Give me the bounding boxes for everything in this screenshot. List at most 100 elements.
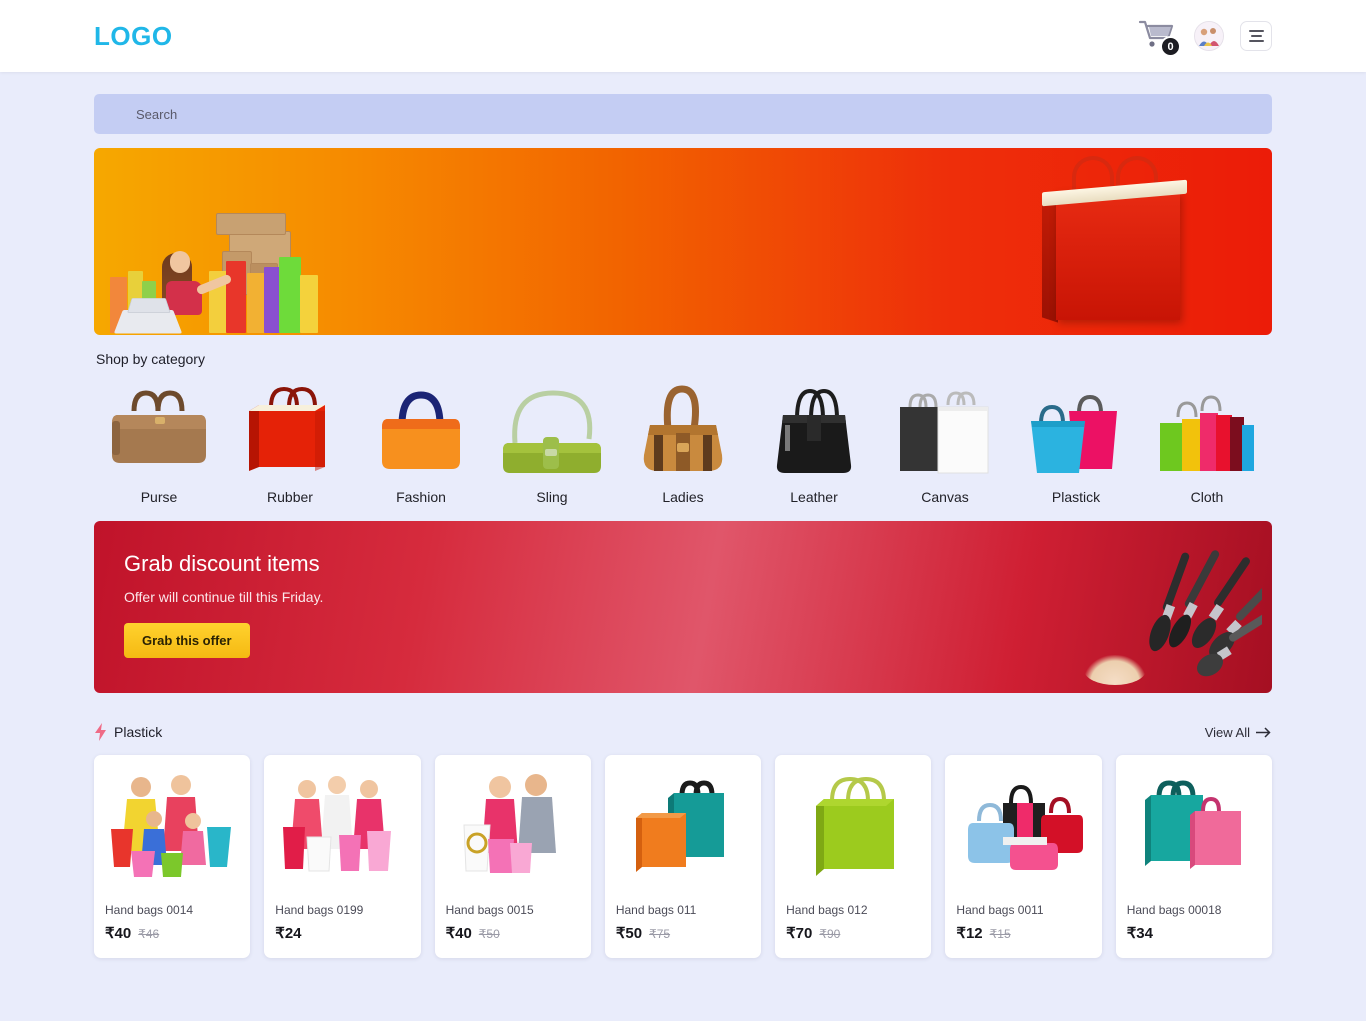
category-row: Purse Rubber Fashion Sling Ladies Leathe… — [94, 373, 1272, 505]
hero-bag-7 — [264, 267, 280, 333]
category-item-plastick[interactable]: Plastick — [1011, 373, 1141, 505]
product-price-row: ₹70 ₹90 — [786, 924, 920, 942]
women-shopping-image — [264, 755, 420, 895]
product-price: ₹40 — [105, 925, 132, 942]
product-price: ₹34 — [1126, 925, 1153, 942]
category-item-canvas[interactable]: Canvas — [880, 373, 1010, 505]
multicolor-cloth-bags-icon — [1142, 373, 1272, 481]
category-label: Rubber — [267, 489, 313, 505]
category-item-purse[interactable]: Purse — [94, 373, 224, 505]
menu-line-3 — [1248, 40, 1264, 42]
product-old-price: ₹90 — [819, 927, 841, 941]
product-info: Hand bags 0011 ₹12 ₹15 — [945, 895, 1101, 958]
category-label: Fashion — [396, 489, 446, 505]
product-price: ₹50 — [615, 925, 643, 942]
category-item-fashion[interactable]: Fashion — [356, 373, 486, 505]
menu-line-2 — [1250, 35, 1262, 37]
product-title: Hand bags 0014 — [105, 903, 194, 917]
cart-count-badge: 0 — [1160, 36, 1181, 57]
category-label: Ladies — [662, 489, 704, 505]
category-label: Cloth — [1190, 489, 1224, 505]
category-label: Purse — [140, 489, 178, 505]
product-price: ₹24 — [275, 925, 302, 942]
product-card[interactable]: Hand bags 0199 ₹24 — [264, 755, 421, 958]
couple-shopping-image — [435, 755, 591, 895]
lightning-bolt-icon — [94, 723, 107, 741]
laptop — [113, 310, 183, 334]
category-label: Plastick — [1051, 489, 1101, 505]
hero-bag-8 — [279, 257, 301, 333]
teal-pink-bags-image — [1116, 755, 1272, 895]
view-all-label: View All — [1204, 724, 1250, 740]
hero-banner[interactable] — [94, 148, 1272, 335]
product-price-row: ₹34 — [1127, 924, 1261, 942]
products-header: Plastick View All — [94, 723, 1272, 741]
product-card[interactable]: Hand bags 00018 ₹34 — [1115, 755, 1272, 958]
blue-pink-plastic-bags-icon — [1011, 373, 1141, 481]
product-old-price: ₹75 — [649, 927, 671, 941]
hamburger-menu-button[interactable] — [1240, 21, 1272, 51]
hero-bag-5 — [226, 261, 246, 333]
product-price-row: ₹12 ₹15 — [956, 924, 1090, 942]
orange-tote-bag-icon — [356, 373, 486, 481]
menu-line-1 — [1248, 30, 1264, 32]
product-info: Hand bags 012 ₹70 ₹90 — [775, 895, 931, 958]
product-price-row: ₹50 ₹75 — [616, 924, 750, 942]
discount-banner: Grab discount items Offer will continue … — [94, 521, 1272, 693]
grab-this-offer-button[interactable]: Grab this offer — [124, 623, 250, 658]
product-price-row: ₹40 ₹46 — [105, 924, 239, 942]
assorted-handbags-image — [945, 755, 1101, 895]
product-info: Hand bags 0199 ₹24 — [264, 895, 420, 958]
page-root: LOGO 0 Search Shop by category Purse Rub… — [0, 0, 1366, 1021]
category-label: Sling — [536, 489, 568, 505]
header-actions: 0 — [1138, 19, 1272, 57]
product-info: Hand bags 011 ₹50 ₹75 — [605, 895, 761, 958]
avatar[interactable] — [1194, 21, 1224, 51]
site-logo[interactable]: LOGO — [94, 21, 173, 52]
green-tote-bag-image — [775, 755, 931, 895]
product-title: Hand bags 0199 — [275, 903, 364, 917]
search-row — [94, 72, 1272, 134]
black-leather-tote-icon — [749, 373, 879, 481]
product-title: Hand bags 011 — [615, 903, 697, 917]
product-grid: Hand bags 0014 ₹40 ₹46 Hand bags 0199 ₹2… — [94, 755, 1272, 958]
box-2 — [216, 213, 286, 235]
product-price: ₹40 — [445, 925, 472, 942]
user-avatar-icon — [1195, 22, 1223, 50]
product-card[interactable]: Hand bags 012 ₹70 ₹90 — [775, 755, 932, 958]
category-item-rubber[interactable]: Rubber — [225, 373, 355, 505]
product-price-row: ₹40 ₹50 — [446, 924, 580, 942]
product-price: ₹70 — [786, 925, 813, 942]
hero-left-image — [104, 203, 334, 334]
product-card[interactable]: Hand bags 0011 ₹12 ₹15 — [945, 755, 1102, 958]
search-input[interactable] — [94, 94, 1272, 134]
site-header: LOGO 0 — [0, 0, 1366, 72]
products-section-title: Plastick — [114, 724, 163, 740]
product-card[interactable]: Hand bags 011 ₹50 ₹75 — [604, 755, 762, 958]
black-white-paper-bags-icon — [880, 373, 1010, 481]
category-item-ladies[interactable]: Ladies — [618, 373, 748, 505]
product-title: Hand bags 0011 — [956, 903, 1044, 917]
product-price-row: ₹24 — [275, 924, 409, 942]
product-info: Hand bags 0015 ₹40 ₹50 — [435, 895, 591, 958]
orange-teal-bags-image — [605, 755, 761, 895]
view-all-link[interactable]: View All — [1205, 725, 1272, 740]
makeup-brushes-image — [1052, 547, 1262, 687]
arrow-right-icon — [1256, 726, 1271, 738]
category-item-cloth[interactable]: Cloth — [1142, 373, 1272, 505]
hero-bag-9 — [300, 275, 318, 333]
product-card[interactable]: Hand bags 0014 ₹40 ₹46 — [94, 755, 251, 958]
red-shopping-bag-icon — [225, 373, 355, 481]
category-item-leather[interactable]: Leather — [749, 373, 879, 505]
product-info: Hand bags 0014 ₹40 ₹46 — [94, 895, 250, 958]
product-title: Hand bags 0015 — [445, 903, 534, 917]
product-title: Hand bags 012 — [786, 903, 868, 917]
product-old-price: ₹15 — [989, 927, 1011, 941]
woman-face — [170, 251, 190, 273]
product-card[interactable]: Hand bags 0015 ₹40 ₹50 — [434, 755, 591, 958]
category-item-sling[interactable]: Sling — [487, 373, 617, 505]
product-price: ₹12 — [956, 925, 983, 942]
cart-button[interactable]: 0 — [1138, 19, 1181, 57]
category-label: Leather — [790, 489, 838, 505]
category-label: Canvas — [921, 489, 969, 505]
